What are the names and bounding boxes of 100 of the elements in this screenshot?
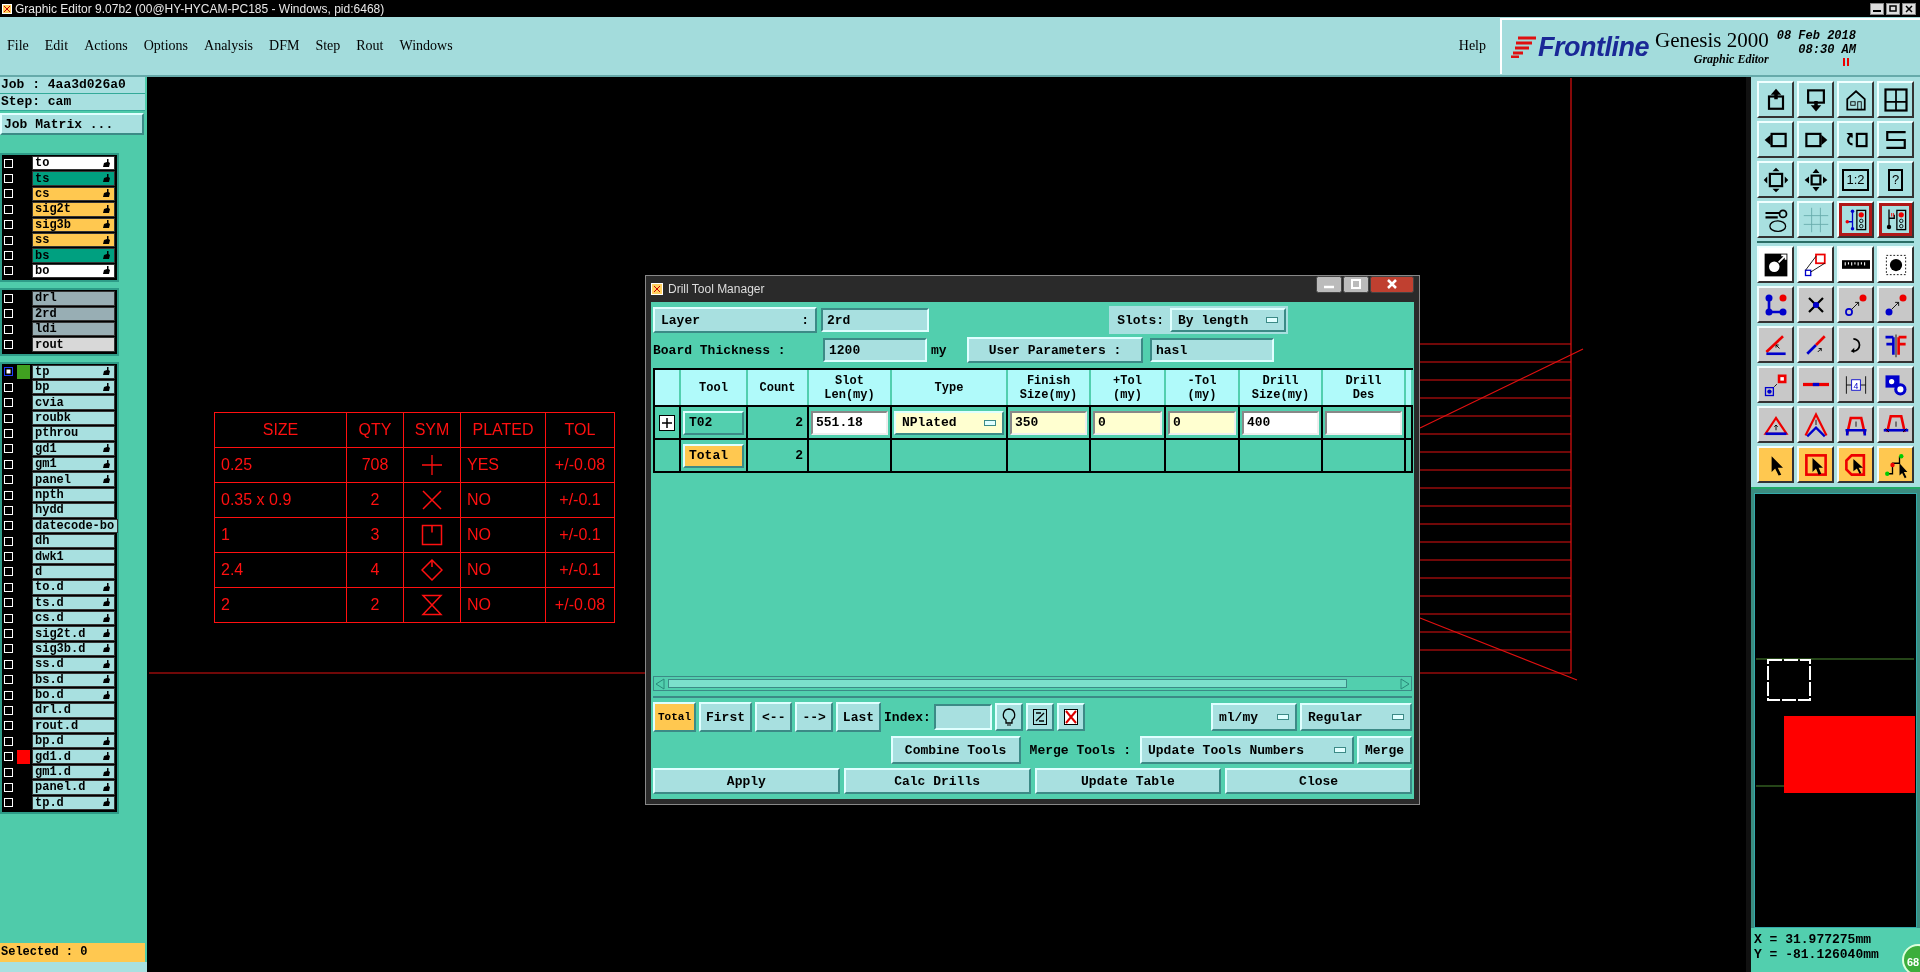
- toolbar-button[interactable]: [1797, 366, 1834, 403]
- layer-item[interactable]: sig3b: [32, 217, 115, 232]
- delete-button[interactable]: [1056, 703, 1085, 731]
- slot-length-field[interactable]: 551.18: [811, 410, 888, 435]
- toolbar-button[interactable]: [1757, 326, 1794, 363]
- merge-mode-dropdown[interactable]: Update Tools Numbers: [1140, 736, 1354, 764]
- layer-item[interactable]: npth: [32, 487, 115, 503]
- menu-item[interactable]: Options: [143, 38, 189, 54]
- layer-item[interactable]: bp.d: [32, 734, 115, 749]
- dialog-button[interactable]: Update Table: [1034, 768, 1222, 794]
- menu-item[interactable]: Analysis: [204, 38, 254, 54]
- index-field[interactable]: [933, 704, 992, 730]
- navigation-button[interactable]: First: [699, 702, 753, 732]
- drill-size-field[interactable]: 400: [1242, 410, 1319, 435]
- minus-tolerance-field[interactable]: 0: [1168, 410, 1236, 435]
- minimize-button[interactable]: [1316, 276, 1342, 293]
- layer-item[interactable]: ldi: [32, 321, 115, 337]
- toolbar-button[interactable]: [1797, 406, 1834, 443]
- board-thickness-field[interactable]: 1200: [823, 338, 927, 362]
- close-button[interactable]: [1370, 276, 1414, 293]
- merge-button[interactable]: Merge: [1357, 736, 1412, 764]
- combine-tools-button[interactable]: Combine Tools: [890, 736, 1021, 764]
- layer-item[interactable]: bp: [32, 380, 115, 395]
- layer-item[interactable]: gm1.d: [32, 764, 115, 780]
- toolbar-button[interactable]: [1757, 406, 1794, 443]
- toolbar-button[interactable]: [1757, 366, 1794, 403]
- layer-button[interactable]: Layer :: [653, 307, 817, 333]
- layer-checkbox[interactable]: [4, 367, 13, 377]
- menu-item[interactable]: Edit: [44, 38, 69, 54]
- job-matrix-button[interactable]: Job Matrix ...: [0, 113, 144, 135]
- layer-item[interactable]: ss: [32, 232, 115, 248]
- toolbar-button[interactable]: [1797, 161, 1834, 198]
- layer-item[interactable]: cs: [32, 186, 115, 202]
- layer-item[interactable]: cvia: [32, 395, 115, 410]
- swap-button[interactable]: [1025, 703, 1054, 731]
- layer-item[interactable]: 2rd: [32, 306, 115, 321]
- toolbar-button[interactable]: [1797, 121, 1834, 158]
- toolbar-button[interactable]: [1837, 326, 1874, 363]
- layer-item[interactable]: bo.d: [32, 687, 115, 703]
- layer-item[interactable]: rout.d: [32, 718, 115, 734]
- toolbar-button[interactable]: [1837, 201, 1874, 238]
- toolbar-button[interactable]: [1757, 161, 1794, 198]
- toolbar-button[interactable]: [1877, 286, 1914, 323]
- type-dropdown[interactable]: NPlated: [894, 410, 1004, 435]
- toolbar-button[interactable]: [1877, 201, 1914, 238]
- toolbar-button[interactable]: [1757, 286, 1794, 323]
- drill-designation-field[interactable]: [1325, 410, 1402, 435]
- layer-item[interactable]: gd1: [32, 441, 115, 457]
- toolbar-button[interactable]: [1837, 121, 1874, 158]
- dialog-button[interactable]: Apply: [653, 768, 840, 794]
- layer-item[interactable]: gm1: [32, 457, 115, 472]
- minimize-button[interactable]: [1870, 2, 1884, 15]
- navigation-button[interactable]: Total: [653, 702, 696, 732]
- layer-item[interactable]: roubk: [32, 410, 115, 426]
- expand-icon[interactable]: [659, 414, 675, 431]
- layer-item[interactable]: sig2t: [32, 202, 115, 217]
- finish-size-field[interactable]: 350: [1010, 410, 1087, 435]
- layer-item[interactable]: to.d: [32, 580, 115, 595]
- toolbar-button[interactable]: [1877, 446, 1914, 483]
- toolbar-button[interactable]: [1797, 81, 1834, 118]
- toolbar-button[interactable]: [1837, 406, 1874, 443]
- restore-button[interactable]: [1886, 2, 1900, 15]
- menu-item[interactable]: Rout: [356, 38, 384, 54]
- menu-item[interactable]: File: [7, 38, 29, 54]
- toolbar-button[interactable]: [1837, 286, 1874, 323]
- toolbar-button[interactable]: [1797, 446, 1834, 483]
- menu-item[interactable]: DFM: [269, 38, 300, 54]
- toolbar-button[interactable]: [1877, 326, 1914, 363]
- layer-item[interactable]: panel: [32, 472, 115, 487]
- menu-item[interactable]: Actions: [84, 38, 128, 54]
- layer-item[interactable]: to: [32, 156, 115, 171]
- layer-item[interactable]: dwk1: [32, 549, 115, 564]
- toolbar-button[interactable]: [1837, 81, 1874, 118]
- toolbar-button[interactable]: [1797, 286, 1834, 323]
- layer-item[interactable]: dh: [32, 534, 115, 549]
- layer-item[interactable]: bs.d: [32, 672, 115, 687]
- navigation-button[interactable]: -->: [795, 702, 833, 732]
- toolbar-button[interactable]: [1757, 81, 1794, 118]
- layer-item[interactable]: d: [32, 564, 115, 580]
- layer-item[interactable]: sig2t.d: [32, 626, 115, 641]
- toolbar-button[interactable]: [1757, 446, 1794, 483]
- layer-item[interactable]: drl: [32, 291, 115, 306]
- layer-item[interactable]: bs: [32, 248, 115, 263]
- layer-field[interactable]: 2rd: [821, 308, 929, 332]
- layer-item[interactable]: tp: [32, 364, 115, 380]
- toolbar-button[interactable]: [1877, 81, 1914, 118]
- plus-tolerance-field[interactable]: 0: [1093, 410, 1162, 435]
- close-button[interactable]: [1902, 2, 1916, 15]
- navigation-button[interactable]: <--: [755, 702, 793, 732]
- user-parameters-field[interactable]: hasl: [1150, 338, 1274, 362]
- toolbar-button[interactable]: [1797, 246, 1834, 283]
- mode-dropdown[interactable]: Regular: [1300, 703, 1412, 731]
- navigation-button[interactable]: Last: [835, 702, 882, 732]
- menu-item[interactable]: Help: [1458, 38, 1486, 54]
- layer-item[interactable]: cs.d: [32, 610, 115, 626]
- maximize-button[interactable]: [1343, 276, 1369, 293]
- dialog-button[interactable]: Close: [1225, 768, 1412, 794]
- layer-item[interactable]: bo: [32, 263, 115, 279]
- toolbar-button[interactable]: [1797, 201, 1834, 238]
- tool-button[interactable]: T02: [683, 410, 744, 435]
